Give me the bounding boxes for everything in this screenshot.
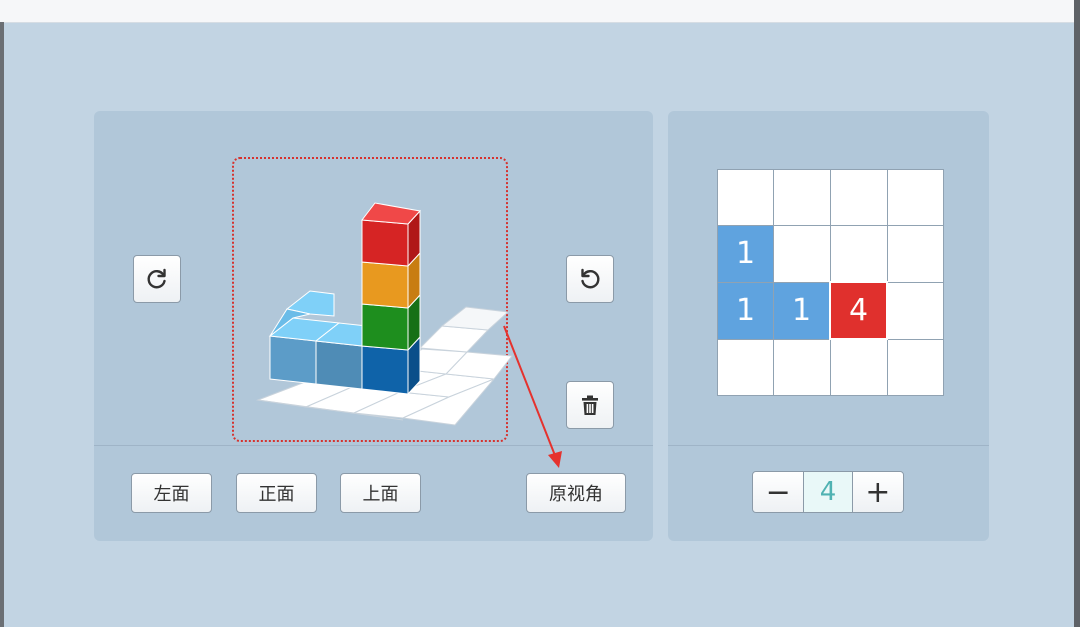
grid-cell[interactable] (886, 225, 944, 283)
grid-cell[interactable] (773, 169, 831, 226)
grid-cell[interactable] (886, 281, 944, 340)
grid-cell[interactable] (886, 169, 944, 226)
grid-cell[interactable] (886, 338, 944, 396)
decrement-button[interactable]: − (753, 472, 804, 512)
grid-cell[interactable] (773, 225, 831, 283)
stepper-value[interactable]: 4 (803, 472, 853, 512)
grid-cell[interactable] (829, 225, 888, 283)
grid-cell[interactable] (717, 169, 774, 226)
grid-cell-selected[interactable]: 4 (829, 281, 888, 340)
grid-cell[interactable] (829, 338, 888, 396)
increment-button[interactable]: + (852, 472, 903, 512)
grid-cell[interactable] (773, 338, 831, 396)
count-grid: 1 1 1 4 (717, 169, 944, 396)
grid-cell[interactable]: 1 (773, 281, 831, 340)
grid-cell[interactable]: 1 (717, 225, 774, 283)
panel-divider (668, 445, 989, 446)
grid-cell[interactable]: 1 (717, 281, 774, 340)
grid-cell[interactable] (717, 338, 774, 396)
quantity-stepper: − 4 + (752, 471, 904, 513)
grid-cell[interactable] (829, 169, 888, 226)
